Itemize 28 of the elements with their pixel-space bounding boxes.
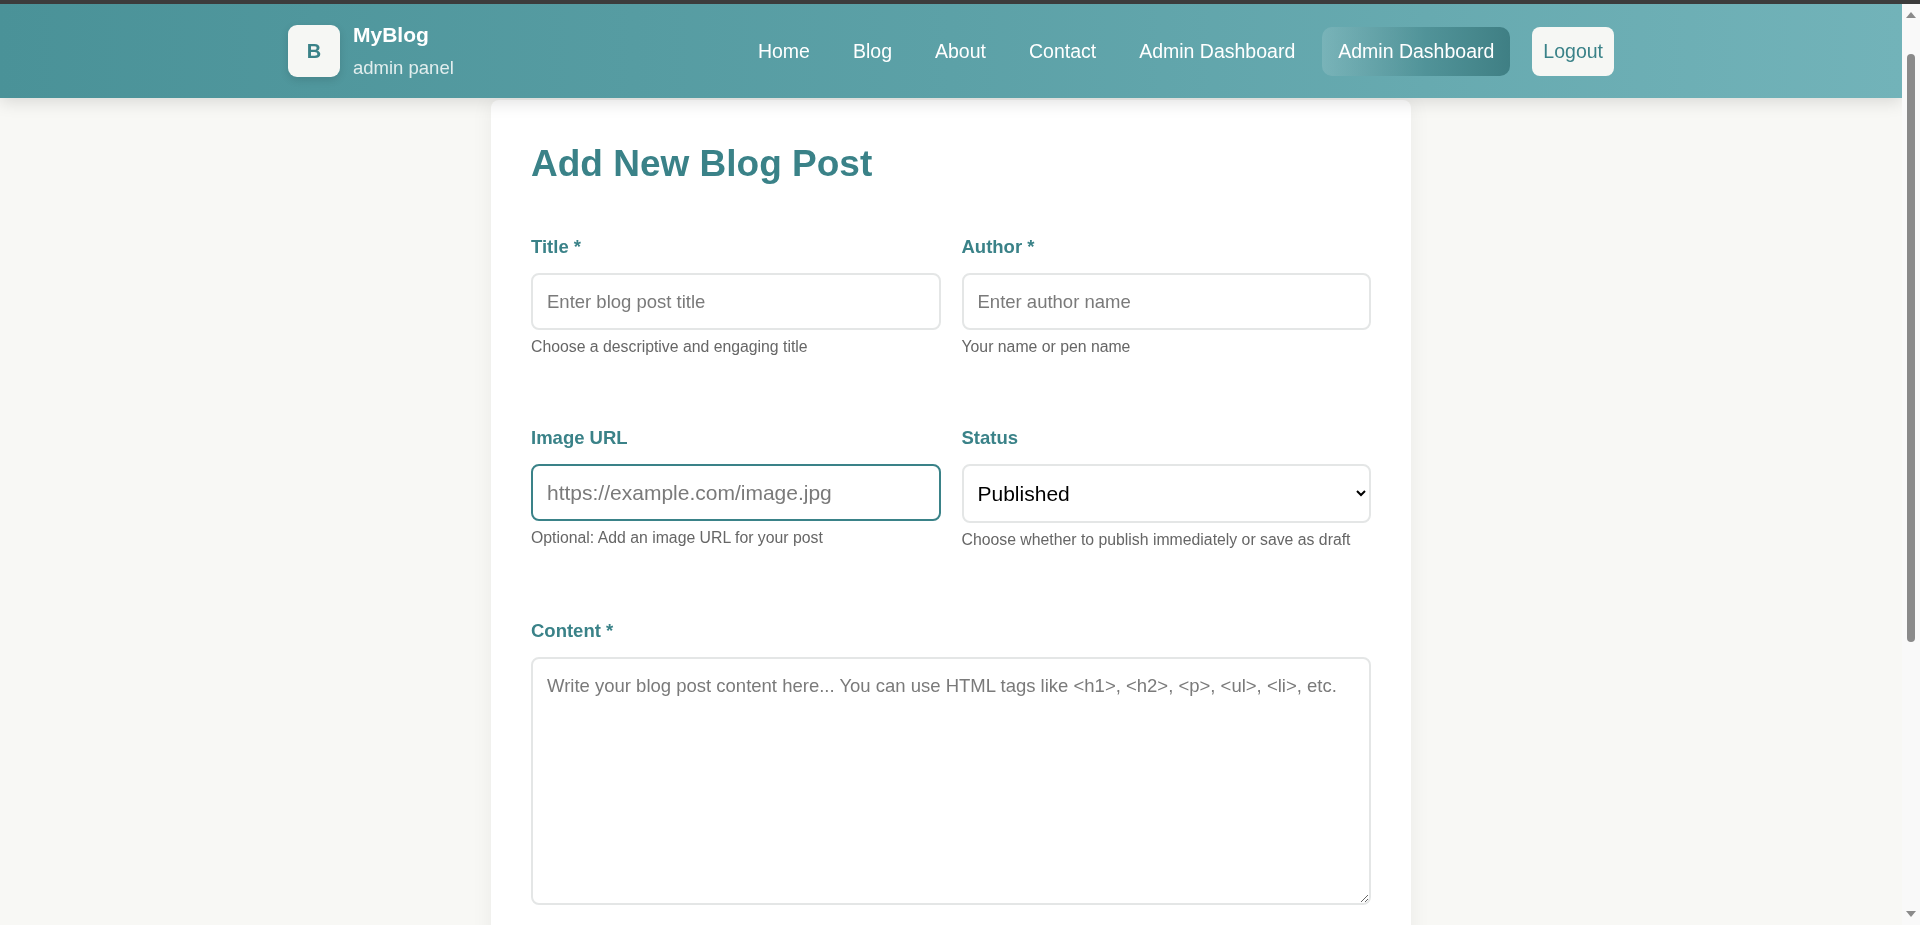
url-input-field[interactable]: https://example.com/image.jpg (531, 464, 941, 521)
text-input-field[interactable]: Enter author name (961, 273, 1371, 330)
nav-link[interactable]: About (919, 26, 1002, 76)
nav-link[interactable]: Admin Dashboard (1123, 26, 1312, 76)
help-text: Optional: Add an image URL for your post (531, 528, 824, 547)
site-title: MyBlog (353, 23, 430, 47)
help-text: Your name or pen name (961, 337, 1132, 356)
nav-link[interactable]: Home (741, 26, 826, 76)
field-label: Status (961, 427, 1020, 449)
content-textarea[interactable]: Write your blog post content here... You can use HTML tags like <h1>, <h2>, <p>, <ul>, <li>, etc. (531, 657, 1371, 905)
scroll-up-arrow-icon[interactable] (1906, 12, 1916, 18)
text-input-field[interactable]: Enter blog post title (531, 273, 941, 330)
field-label: Content * (531, 620, 615, 642)
field-label: Author * (961, 236, 1036, 258)
status-select[interactable]: Published (961, 464, 1371, 523)
logout-button[interactable]: Logout (1532, 26, 1614, 76)
scrollbar-thumb[interactable] (1907, 54, 1915, 642)
nav-link[interactable]: Contact (1012, 26, 1113, 76)
site-logo[interactable]: B (288, 25, 340, 77)
field-label: Image URL (531, 427, 629, 449)
help-text: Choose whether to publish immediately or save as draft (961, 530, 1352, 549)
site-subtitle: admin panel (353, 57, 454, 79)
nav-link[interactable]: Admin Dashboard (1322, 26, 1511, 76)
scroll-down-arrow-icon[interactable] (1906, 911, 1916, 917)
nav-link[interactable]: Blog (836, 26, 908, 76)
field-label: Title * (531, 236, 583, 258)
help-text: Choose a descriptive and engaging title (531, 337, 809, 356)
page-heading: Add New Blog Post (531, 142, 874, 186)
